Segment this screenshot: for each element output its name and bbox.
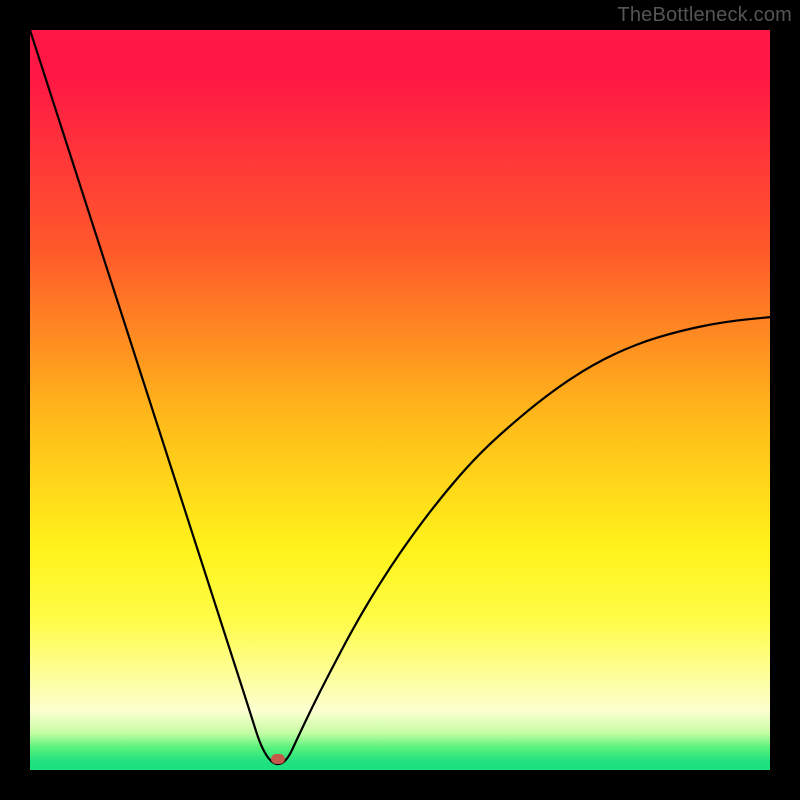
plot-area bbox=[30, 30, 770, 770]
chart-stage: TheBottleneck.com bbox=[0, 0, 800, 800]
optimal-marker bbox=[271, 754, 285, 764]
curve-canvas bbox=[30, 30, 770, 770]
bottleneck-curve bbox=[30, 30, 770, 764]
watermark-text: TheBottleneck.com bbox=[617, 4, 792, 27]
